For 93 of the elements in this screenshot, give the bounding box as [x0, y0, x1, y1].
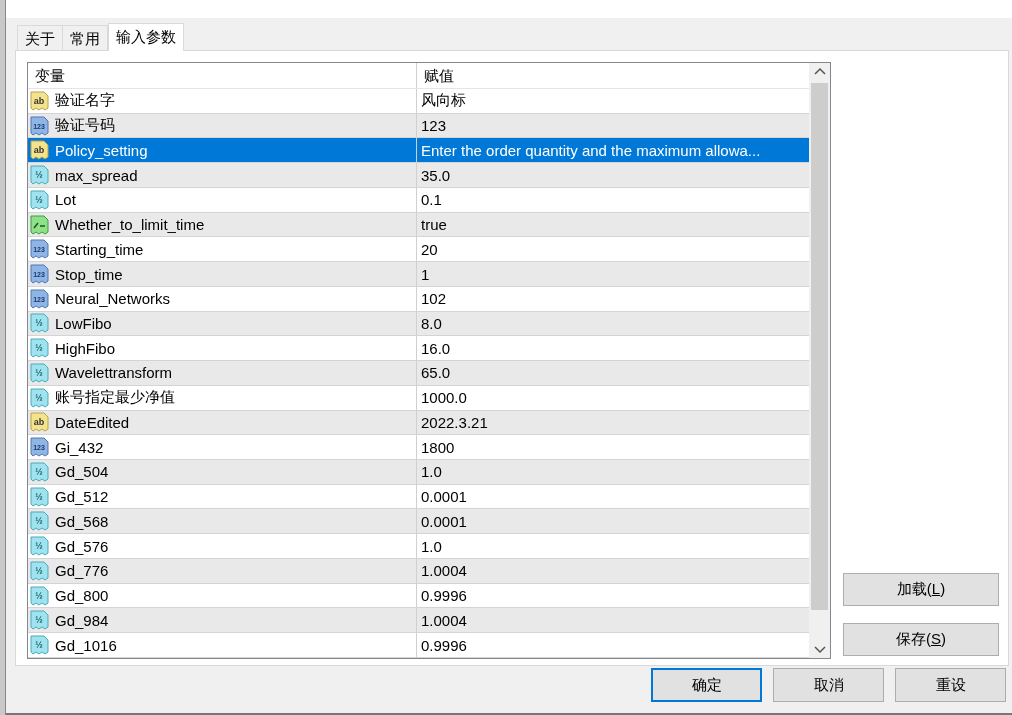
parameter-name: 账号指定最少净值 — [55, 388, 175, 408]
parameter-value: 1000.0 — [421, 389, 467, 407]
parameter-value: 1.0004 — [421, 562, 467, 580]
parameter-value: Enter the order quantity and the maximum allowa... — [421, 141, 761, 159]
toggle-icon — [30, 214, 49, 235]
scroll-up-icon[interactable] — [813, 67, 826, 75]
parameter-name: Gd_984 — [55, 611, 109, 629]
parameter-value: 风向标 — [421, 91, 466, 111]
parameter-name: max_spread — [55, 166, 138, 184]
dialog-button[interactable]: 重设 — [895, 668, 1006, 702]
parameter-value: 1800 — [421, 438, 455, 456]
parameter-name: Policy_setting — [55, 141, 148, 159]
parameter-value: 1.0 — [421, 537, 442, 555]
number-type-icon: ½ — [30, 585, 49, 606]
table-row[interactable]: ½ Gd_568 0.0001 — [28, 509, 809, 535]
parameter-name: Gd_1016 — [55, 636, 117, 654]
number-type-icon: ½ — [30, 362, 49, 383]
number-type-icon: ½ — [30, 387, 49, 408]
parameter-name: 验证名字 — [55, 91, 115, 111]
dialog-button[interactable]: 保存(S) — [843, 623, 999, 656]
parameter-value: 65.0 — [421, 364, 451, 382]
table-row[interactable]: ½ Wavelettransform 65.0 — [28, 361, 809, 386]
parameter-value: true — [421, 216, 447, 234]
table-row[interactable]: ab 验证名字 风向标 — [28, 89, 809, 114]
table-row[interactable]: ab Policy_setting Enter the order quantity and the maximum allowa... — [28, 138, 809, 164]
parameter-name: DateEdited — [55, 413, 130, 431]
parameter-name: Gd_512 — [55, 488, 109, 506]
parameter-name: Gd_800 — [55, 587, 109, 605]
number-type-icon: ½ — [30, 560, 49, 581]
parameter-value: 35.0 — [421, 166, 451, 184]
parameter-value: 2022.3.21 — [421, 413, 488, 431]
parameter-name: Gd_776 — [55, 562, 109, 580]
table-row[interactable]: ½ LowFibo 8.0 — [28, 311, 809, 337]
tab[interactable]: 关于 — [17, 25, 63, 50]
parameter-value: 102 — [421, 290, 447, 308]
parameter-name: Stop_time — [55, 265, 123, 283]
text-type-icon: ab — [30, 90, 49, 111]
table-row[interactable]: ½ Gd_984 1.0004 — [28, 608, 809, 634]
parameter-name: LowFibo — [55, 314, 112, 332]
number-type-icon: ½ — [30, 338, 49, 359]
parameter-name: Gd_576 — [55, 537, 109, 555]
parameter-value: 0.1 — [421, 191, 442, 209]
number-type-icon: ½ — [30, 165, 49, 186]
scroll-down-icon[interactable] — [813, 646, 826, 654]
table-row[interactable]: ½ Gd_1016 0.9996 — [28, 633, 809, 658]
parameter-name: HighFibo — [55, 339, 116, 357]
parameter-name: Wavelettransform — [55, 364, 172, 382]
tab[interactable]: 输入参数 — [108, 23, 184, 51]
number-type-icon: ½ — [30, 635, 49, 655]
parameter-value: 1.0004 — [421, 611, 467, 629]
dialog-button[interactable]: 取消 — [773, 668, 884, 702]
parameter-value: 1.0 — [421, 463, 442, 481]
parameter-name: Gd_504 — [55, 463, 109, 481]
table-row[interactable]: ½ Gd_776 1.0004 — [28, 558, 809, 584]
column-header[interactable]: 变量 — [28, 63, 417, 88]
parameter-value: 123 — [421, 117, 447, 135]
parameter-value: 0.0001 — [421, 488, 467, 506]
parameter-value: 1 — [421, 265, 430, 283]
column-header[interactable]: 赋值 — [417, 63, 809, 88]
table-row[interactable]: ab DateEdited 2022.3.21 — [28, 410, 809, 436]
scrollbar[interactable] — [809, 63, 830, 658]
table-row[interactable]: ½ 账号指定最少净值 1000.0 — [28, 385, 809, 411]
table-row[interactable]: Whether_to_limit_time true — [28, 212, 809, 238]
parameter-value: 20 — [421, 240, 438, 258]
text-type-icon: ab — [30, 140, 49, 161]
table-row[interactable]: ½ max_spread 35.0 — [28, 163, 809, 188]
table-row[interactable]: ½ Lot 0.1 — [28, 187, 809, 213]
parameter-value: 0.0001 — [421, 512, 467, 530]
parameter-value: 0.9996 — [421, 636, 467, 654]
parameter-name: Whether_to_limit_time — [55, 216, 205, 234]
parameter-value: 16.0 — [421, 339, 451, 357]
parameter-name: Gi_432 — [55, 438, 104, 456]
parameter-name: 验证号码 — [55, 116, 115, 136]
number-type-icon: ½ — [30, 486, 49, 507]
parameter-value: 0.9996 — [421, 587, 467, 605]
table-row[interactable]: ½ Gd_576 1.0 — [28, 534, 809, 559]
parameter-name: Gd_568 — [55, 512, 109, 530]
parameter-name: Neural_Networks — [55, 290, 171, 308]
dialog-button[interactable]: 确定 — [651, 668, 762, 702]
number-type-icon: ½ — [30, 536, 49, 557]
text-type-icon: ab — [30, 412, 49, 433]
number-type-icon: ½ — [30, 189, 49, 210]
number-type-icon: ½ — [30, 511, 49, 532]
tab[interactable]: 常用 — [63, 25, 108, 50]
number-type-icon: ½ — [30, 610, 49, 631]
table-row[interactable]: ½ Gd_504 1.0 — [28, 460, 809, 485]
scrollbar-thumb[interactable] — [811, 83, 828, 610]
number-type-icon: ½ — [30, 461, 49, 482]
number-type-icon: ½ — [30, 313, 49, 334]
parameter-name: Lot — [55, 191, 76, 209]
dialog-button[interactable]: 加载(L) — [843, 573, 999, 606]
parameter-name: Starting_time — [55, 240, 144, 258]
parameter-value: 8.0 — [421, 314, 442, 332]
